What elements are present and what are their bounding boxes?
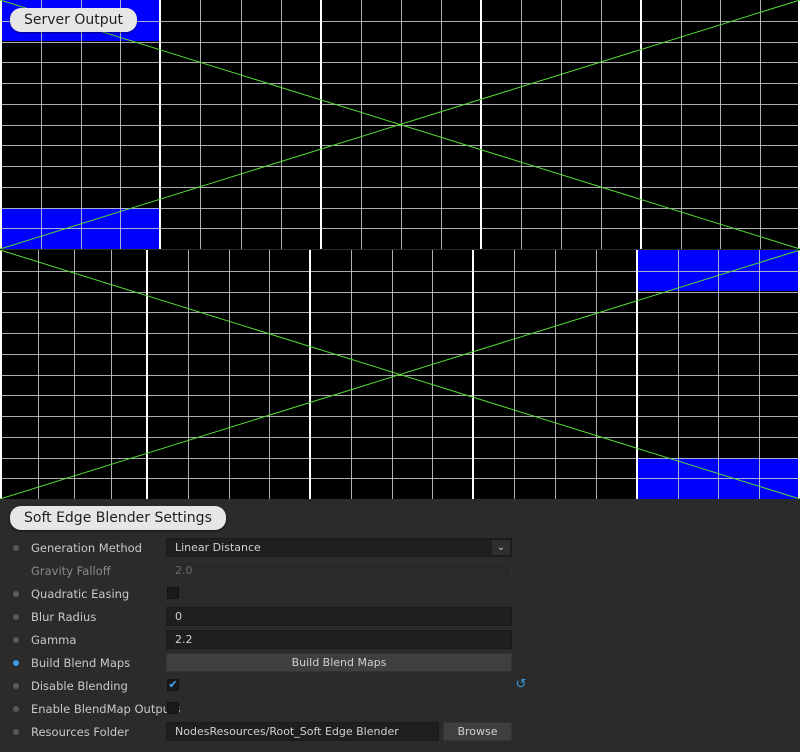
disable-blending-row: Disable Blending ✔ ↺ (0, 675, 800, 698)
chevron-down-icon[interactable]: ⌄ (492, 540, 510, 555)
property-indicator-dot (13, 683, 19, 689)
generation-method-row: Generation Method Linear Distance ⌄ (0, 537, 800, 560)
disable-blending-checkbox[interactable]: ✔ (167, 679, 179, 691)
enable-blendmap-outputs-label: Enable BlendMap Outputs (31, 702, 181, 716)
projector-grid-top (0, 0, 800, 249)
gravity-falloff-label: Gravity Falloff (31, 564, 111, 578)
resources-folder-row: Resources Folder NodesResources/Root_Sof… (0, 721, 800, 744)
projector-grid-bottom (0, 250, 800, 499)
property-indicator-dot (13, 545, 19, 551)
property-indicator-dot-active (13, 660, 19, 666)
quadratic-easing-row: Quadratic Easing (0, 583, 800, 606)
gamma-row: Gamma 2.2 (0, 629, 800, 652)
property-indicator-dot (13, 614, 19, 620)
property-indicator-dot (13, 729, 19, 735)
server-output-preview-bottom (0, 250, 800, 499)
property-indicator-dot (13, 706, 19, 712)
blur-radius-label: Blur Radius (31, 610, 97, 624)
server-output-preview-top (0, 0, 800, 249)
enable-blendmap-outputs-checkbox[interactable] (167, 702, 179, 714)
build-blend-maps-label: Build Blend Maps (31, 656, 131, 670)
reset-icon[interactable]: ↺ (514, 678, 528, 692)
blur-radius-row: Blur Radius 0 (0, 606, 800, 629)
quadratic-easing-checkbox[interactable] (167, 587, 179, 599)
browse-button[interactable]: Browse (443, 722, 512, 741)
property-indicator-dot (13, 637, 19, 643)
property-indicator-dot (13, 591, 19, 597)
gravity-falloff-input: 2.0 (166, 561, 512, 580)
settings-panel-title: Soft Edge Blender Settings (10, 506, 226, 530)
enable-blendmap-outputs-row: Enable BlendMap Outputs (0, 698, 800, 721)
resources-folder-input[interactable]: NodesResources/Root_Soft Edge Blender (166, 722, 439, 741)
build-blend-maps-row: Build Blend Maps Build Blend Maps (0, 652, 800, 675)
gamma-label: Gamma (31, 633, 77, 647)
generation-method-select[interactable]: Linear Distance ⌄ (166, 538, 512, 557)
gamma-input[interactable]: 2.2 (166, 630, 512, 649)
checkmark-icon: ✔ (168, 678, 178, 691)
build-blend-maps-button[interactable]: Build Blend Maps (166, 653, 512, 672)
generation-method-label: Generation Method (31, 541, 142, 555)
blur-radius-input[interactable]: 0 (166, 607, 512, 626)
server-output-title: Server Output (10, 8, 137, 32)
generation-method-value: Linear Distance (175, 541, 261, 554)
resources-folder-label: Resources Folder (31, 725, 129, 739)
gravity-falloff-row: Gravity Falloff 2.0 (0, 560, 800, 583)
quadratic-easing-label: Quadratic Easing (31, 587, 130, 601)
disable-blending-label: Disable Blending (31, 679, 128, 693)
